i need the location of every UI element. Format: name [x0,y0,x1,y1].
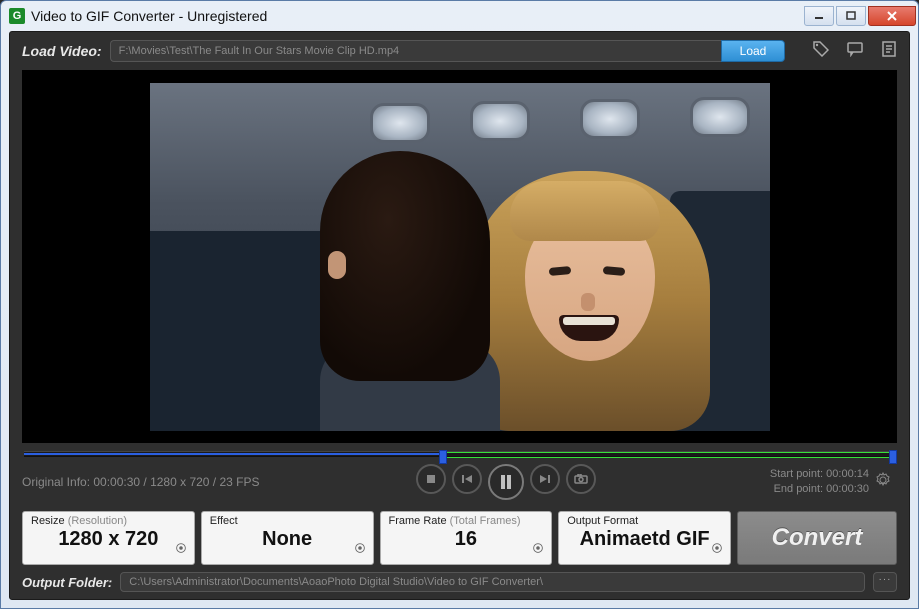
resize-gear-icon[interactable] [174,541,188,560]
framerate-subtitle: (Total Frames) [450,515,521,527]
framerate-title: Frame Rate [389,515,447,527]
load-video-label: Load Video: [22,43,102,59]
timeline-progress [24,453,442,455]
pause-button[interactable] [488,464,524,500]
window-title: Video to GIF Converter - Unregistered [31,8,804,24]
snapshot-button[interactable] [566,464,596,494]
resize-subtitle: (Resolution) [68,515,127,527]
window-controls [804,6,916,26]
resize-value: 1280 x 720 [31,528,186,551]
selection-end-handle[interactable] [889,450,897,464]
load-button[interactable]: Load [721,40,785,62]
video-path-field[interactable]: F:\Movies\Test\The Fault In Our Stars Mo… [110,40,721,62]
load-video-row: Load Video: F:\Movies\Test\The Fault In … [10,32,909,70]
minimize-button[interactable] [804,6,834,26]
convert-button[interactable]: Convert [737,511,897,565]
framerate-gear-icon[interactable] [531,541,545,560]
framerate-setting[interactable]: Frame Rate (Total Frames) 16 [380,511,553,565]
timeline-track[interactable] [24,451,895,457]
next-frame-button[interactable] [530,464,560,494]
comment-icon[interactable] [847,41,863,62]
maximize-button[interactable] [836,6,866,26]
start-point-label: Start point: [770,468,823,480]
effect-title: Effect [210,515,238,527]
start-point-value: 00:00:14 [826,468,869,480]
output-value: Animaetd GIF [567,528,722,551]
timeline-selection [442,452,895,458]
stop-button[interactable] [416,464,446,494]
resize-setting[interactable]: Resize (Resolution) 1280 x 720 [22,511,195,565]
effect-setting[interactable]: Effect None [201,511,374,565]
video-preview[interactable] [22,70,897,443]
end-point-value: 00:00:30 [826,483,869,495]
prev-frame-button[interactable] [452,464,482,494]
video-frame [150,83,770,431]
resize-title: Resize [31,515,65,527]
effect-gear-icon[interactable] [353,541,367,560]
selection-start-handle[interactable] [439,450,447,464]
timeline [22,443,897,457]
app-icon: G [9,8,25,24]
selection-points: Start point: 00:00:14 End point: 00:00:3… [689,467,869,497]
controls-row: Original Info: 00:00:30 / 1280 x 720 / 2… [10,457,909,507]
app-window: G Video to GIF Converter - Unregistered … [0,0,919,609]
titlebar: G Video to GIF Converter - Unregistered [1,1,918,31]
output-row: Output Folder: C:\Users\Administrator\Do… [10,569,909,599]
output-folder-label: Output Folder: [22,575,112,590]
settings-row: Resize (Resolution) 1280 x 720 Effect No… [10,507,909,569]
output-folder-field[interactable]: C:\Users\Administrator\Documents\AoaoPho… [120,572,865,592]
framerate-value: 16 [389,528,544,551]
output-gear-icon[interactable] [710,541,724,560]
video-path-container: F:\Movies\Test\The Fault In Our Stars Mo… [110,40,785,62]
effect-value: None [210,528,365,551]
end-point-label: End point: [774,483,824,495]
tag-icon[interactable] [813,41,829,62]
output-format-setting[interactable]: Output Format Animaetd GIF [558,511,731,565]
original-info: Original Info: 00:00:30 / 1280 x 720 / 2… [22,475,322,489]
points-settings-icon[interactable] [875,472,897,493]
output-title: Output Format [567,515,638,527]
header-icons [813,41,897,62]
browse-button[interactable]: ··· [873,572,897,592]
app-body: Load Video: F:\Movies\Test\The Fault In … [9,31,910,600]
playback-controls [322,464,689,500]
close-button[interactable] [868,6,916,26]
register-icon[interactable] [881,41,897,62]
